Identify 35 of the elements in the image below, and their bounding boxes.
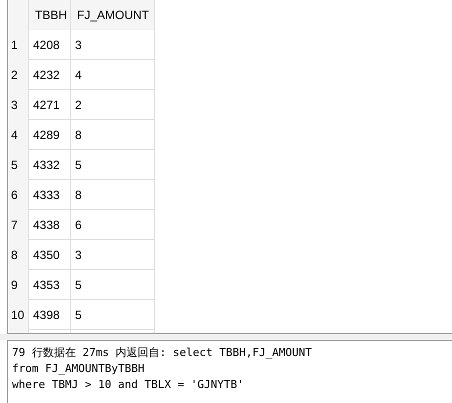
table-cell: 4350	[29, 240, 71, 270]
table-cell: 5	[71, 150, 155, 180]
table-cell: 3	[71, 30, 155, 60]
row-number: 5	[8, 150, 29, 180]
table-cell: 6	[71, 210, 155, 240]
row-number: 3	[8, 90, 29, 120]
row-number: 1	[8, 30, 29, 60]
table-cell: 8	[71, 120, 155, 150]
table-cell: 4332	[29, 150, 71, 180]
table-cell: 3	[71, 240, 155, 270]
row-number: 2	[8, 60, 29, 90]
table-cell: 4208	[29, 30, 71, 60]
table-cell: 4289	[29, 120, 71, 150]
table-cell: 5	[71, 300, 155, 330]
row-number: 6	[8, 180, 29, 210]
row-number: 8	[8, 240, 29, 270]
table-cell: 4271	[29, 90, 71, 120]
column-header[interactable]: FJ_AMOUNT	[71, 0, 155, 30]
table-cell: 2	[71, 90, 155, 120]
table-cell: 5	[71, 270, 155, 300]
row-number: 9	[8, 270, 29, 300]
column-header[interactable]: TBBH	[29, 0, 71, 30]
table-cell: 4338	[29, 210, 71, 240]
message-line: where TBMJ > 10 and TBLX = 'GJNYTB'	[12, 377, 245, 393]
table-cell: 4398	[29, 300, 71, 330]
row-number: 7	[8, 210, 29, 240]
table-cell: 4353	[29, 270, 71, 300]
table-cell: 4	[71, 60, 155, 90]
table-cell: 4333	[29, 180, 71, 210]
table-cell: 8	[71, 180, 155, 210]
table-cell: 4232	[29, 60, 71, 90]
row-number: 4	[8, 120, 29, 150]
row-number: 10	[8, 300, 29, 330]
message-line: 79 行数据在 27ms 内返回自: select TBBH,FJ_AMOUNT	[12, 345, 313, 361]
message-line: from FJ_AMOUNTByTBBH	[12, 361, 146, 377]
